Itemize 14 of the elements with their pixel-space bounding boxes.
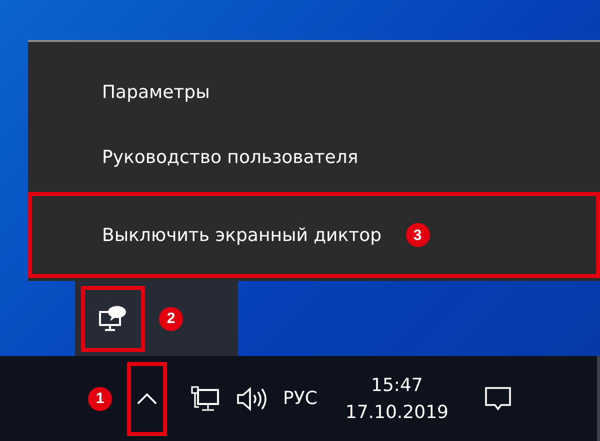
network-icon[interactable]: [189, 384, 221, 412]
speaker-icon[interactable]: [235, 384, 269, 412]
menu-item[interactable]: Руководство пользователя: [102, 147, 358, 168]
menu-item[interactable]: Параметры: [102, 82, 210, 103]
language-indicator[interactable]: РУС: [283, 388, 318, 409]
callout-number: 3: [406, 223, 430, 247]
narrator-tray-icon[interactable]: [81, 286, 145, 352]
chevron-up-icon: [137, 392, 157, 406]
callout-number: 1: [88, 386, 112, 410]
callout-number: 2: [159, 306, 183, 330]
menu-item[interactable]: Выключить экранный диктор: [102, 224, 382, 246]
notifications-icon[interactable]: [484, 384, 512, 412]
show-hidden-icons-button[interactable]: [127, 362, 167, 436]
clock[interactable]: 15:47 17.10.2019: [345, 374, 448, 422]
